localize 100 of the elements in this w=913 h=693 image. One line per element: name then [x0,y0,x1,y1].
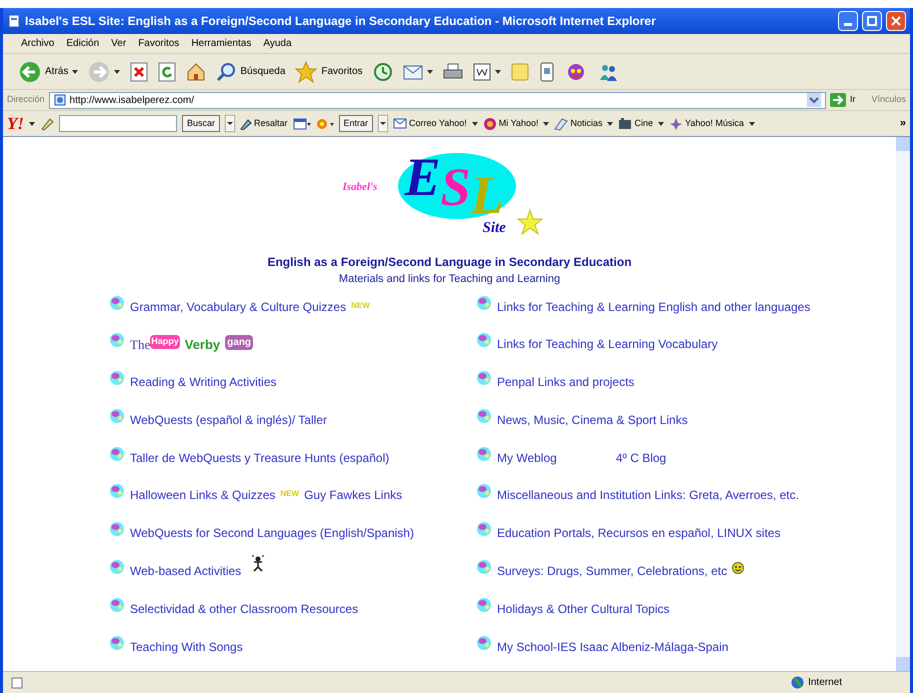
toolbar-link[interactable]: Mi Yahoo! [482,116,538,130]
link[interactable]: Links for Teaching & Learning English and other languages [497,298,810,316]
smiley-icon [732,562,744,574]
ball-icon [109,596,125,613]
verby-label[interactable]: Verby [184,335,220,355]
toolbar-button[interactable]: Buscar [182,115,220,132]
page-subheading: Materials and links for Teaching and Learning [338,272,560,287]
ball-icon [109,332,125,348]
link[interactable]: My Weblog [497,448,557,467]
go-button[interactable]: Ir [850,93,856,107]
link[interactable]: 4º C Blog [616,448,666,467]
link[interactable]: Miscellaneous and Institution Links: Greta, Averroes, etc. [497,486,799,504]
ball-icon [476,521,492,538]
scrollbar[interactable] [896,137,910,671]
ball-icon [476,408,492,424]
menu-item[interactable]: Herramientas [191,36,252,51]
page-icon [7,14,21,28]
juggler-icon [251,554,266,572]
home-icon [186,62,206,82]
link[interactable]: Selectividad & other Classroom Resources [130,600,358,618]
gang-label[interactable]: gang [225,335,254,350]
ball-icon [109,521,125,538]
menu-item[interactable]: Ver [111,36,126,51]
caret-icon[interactable] [748,122,755,126]
caret-icon [494,70,501,74]
caret-icon [426,70,433,74]
link[interactable]: Halloween Links & Quizzes [130,486,276,504]
burst-icon[interactable] [316,118,334,130]
ball-icon [109,446,125,462]
device-icon [538,62,555,82]
pencil-icon[interactable] [40,116,54,130]
close-icon [891,16,901,26]
toolbar-link[interactable]: Correo Yahoo! [393,116,467,130]
link[interactable]: Reading & Writing Activities [130,373,277,392]
new-label: NEW [280,488,300,500]
dropdown-icon[interactable] [378,115,388,132]
printer-icon [442,62,463,80]
link[interactable]: Guy Fawkes Links [304,486,402,504]
caret-icon[interactable] [607,122,614,126]
minimize-icon [844,23,852,26]
caret-icon [72,70,78,74]
link[interactable]: My School-IES Isaac Albeniz-Málaga-Spain [497,638,728,656]
yahoo-logo[interactable]: Y! [7,115,24,132]
maximize-icon [867,16,877,26]
menu-item[interactable]: Archivo [21,36,54,51]
window-icon[interactable] [292,118,311,130]
history-icon [372,62,393,82]
highlighter-icon [240,118,252,130]
caret-icon [114,70,120,74]
toolbar-link[interactable]: Noticias [554,116,602,130]
dropdown-icon[interactable] [225,115,236,132]
link[interactable]: News, Music, Cinema & Sport Links [497,410,688,429]
ball-icon [109,559,125,576]
menu-item[interactable]: Favoritos [138,36,180,51]
page-heading: English as a Foreign/Second Language in Secondary Education [267,254,632,271]
link[interactable]: Taller de WebQuests y Treasure Hunts (español) [130,448,390,467]
link[interactable]: Grammar, Vocabulary & Culture Quizzes [130,298,346,316]
toolbar-button[interactable]: Búsqueda [214,58,288,86]
page-icon [54,94,66,106]
toolbar-button[interactable]: Favoritos [293,58,365,86]
toolbar-link[interactable]: Yahoo! Música [669,116,744,130]
toolbar-button[interactable]: Atrás [17,58,80,86]
links-label[interactable]: Vínculos [871,93,906,107]
maximize-button[interactable] [862,11,882,31]
ball-icon [476,332,492,348]
link[interactable]: Web-based Activities [130,562,242,580]
link[interactable]: The [130,335,150,355]
link[interactable]: Surveys: Drugs, Summer, Celebrations, etc [497,562,728,580]
link[interactable]: WebQuests (español & inglés)/ Taller [130,410,327,429]
link[interactable]: Holidays & Other Cultural Topics [497,600,670,618]
mail-icon [393,116,408,130]
close-button[interactable] [886,11,906,31]
ball-icon [476,596,492,613]
address-field[interactable]: http://www.isabelperez.com/ [48,92,826,108]
globe-icon [791,676,804,689]
toolbar-button[interactable]: Resaltar [240,116,288,130]
toolbar-button[interactable]: Entrar [338,115,374,132]
link[interactable]: Teaching With Songs [130,638,243,656]
caret-icon[interactable] [658,122,664,126]
search-icon [216,62,236,82]
menu-item[interactable]: Ayuda [263,36,292,51]
more-button[interactable]: » [900,115,906,132]
toolbar-link[interactable]: Cine [618,116,653,130]
ball-icon [109,483,125,500]
search-field[interactable] [59,115,177,132]
menu-item[interactable]: Edición [66,36,100,51]
minimize-button[interactable] [838,11,858,31]
link[interactable]: Education Portals, Recursos en español, LINUX sites [497,524,780,542]
refresh-icon [158,62,176,82]
link[interactable]: Links for Teaching & Learning Vocabulary [497,335,718,354]
ball-icon [109,408,125,424]
ball-icon [476,634,492,651]
caret-icon[interactable] [543,122,550,126]
document-icon [472,62,491,80]
go-arrow-icon[interactable] [830,93,846,107]
star-icon [295,60,318,82]
link[interactable]: Penpal Links and projects [497,373,634,392]
caret-icon[interactable] [472,122,478,126]
ball-icon [476,559,492,576]
link[interactable]: WebQuests for Second Languages (English/Spanish) [130,524,414,542]
